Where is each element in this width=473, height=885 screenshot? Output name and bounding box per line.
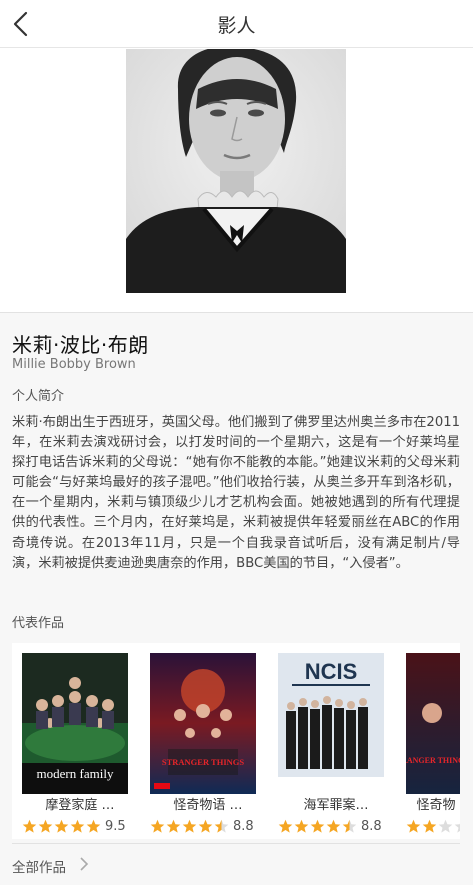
star-icon (166, 819, 181, 833)
star-icon (342, 819, 357, 833)
star-rating (150, 816, 230, 835)
works-carousel[interactable]: modern family 摩登家庭 … 9.5 STRANGER THINGS… (12, 643, 460, 839)
star-icon (310, 819, 325, 833)
all-works-label: 全部作品 (12, 860, 66, 876)
work-title: 怪奇物 (416, 798, 456, 813)
all-works-link[interactable]: 全部作品 (12, 843, 460, 884)
work-poster: NCIS (278, 653, 384, 794)
star-icon (86, 819, 101, 833)
page-title: 影人 (217, 15, 256, 37)
work-title: 怪奇物语 … (173, 798, 243, 813)
star-rating (278, 816, 358, 835)
star-icon (294, 819, 309, 833)
work-poster-title: modern family (37, 766, 114, 781)
works-section-title: 代表作品 (12, 616, 65, 631)
work-title: 海军罪案… (303, 798, 369, 813)
person-name-cn: 米莉·波比·布朗 (12, 333, 149, 357)
star-icon (454, 823, 460, 833)
star-icon (182, 819, 197, 833)
work-rating: 8.8 (150, 816, 254, 834)
work-title: 摩登家庭 … (45, 798, 115, 813)
star-icon (326, 819, 341, 833)
star-icon (278, 819, 293, 833)
work-score: 8.8 (233, 819, 254, 834)
work-rating: 9.5 (22, 816, 126, 834)
work-score: 8.8 (361, 819, 382, 834)
person-detail: 米莉·波比·布朗 Millie Bobby Brown 个人简介 米莉·布朗出生… (0, 312, 473, 885)
work-poster: STRANGER THINGS (406, 653, 460, 794)
work-poster-title: STRANGER THINGS (406, 756, 460, 765)
person-photo (126, 49, 346, 293)
bio-section-title: 个人简介 (12, 389, 65, 404)
star-icon (22, 819, 37, 833)
work-poster: STRANGER THINGS (150, 653, 256, 794)
work-rating (406, 816, 460, 834)
nav-bar: 影人 (0, 0, 473, 48)
star-icon (198, 819, 213, 833)
person-name-en: Millie Bobby Brown (12, 357, 136, 372)
chevron-right-icon (80, 857, 89, 871)
work-poster-title: NCIS (305, 659, 358, 684)
star-icon (150, 819, 165, 833)
work-poster-title: STRANGER THINGS (162, 757, 245, 767)
bio-text: 米莉·布朗出生于西班牙，英国父母。他们搬到了佛罗里达州奥兰多市在2011年，在米… (12, 415, 460, 571)
star-icon (422, 819, 437, 833)
star-icon (38, 819, 53, 833)
star-icon (70, 819, 85, 833)
star-rating (406, 816, 460, 835)
work-poster: modern family (22, 653, 128, 794)
star-icon (54, 819, 69, 833)
work-rating: 8.8 (278, 816, 382, 834)
star-icon (438, 819, 453, 833)
star-icon (406, 819, 421, 833)
star-icon (214, 819, 229, 833)
star-rating (22, 816, 102, 835)
work-score: 9.5 (105, 819, 126, 834)
